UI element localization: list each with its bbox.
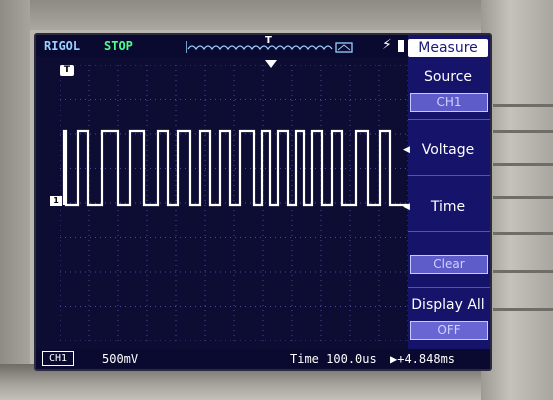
menu-item-voltage[interactable]: Voltage xyxy=(408,142,488,158)
time-label: Time xyxy=(290,352,319,366)
trigger-offset: ▶+4.848ms xyxy=(390,352,455,366)
ch1-label[interactable]: CH1 xyxy=(42,351,74,366)
bezel-top xyxy=(0,0,553,30)
clear-button[interactable]: Clear xyxy=(410,255,488,274)
trigger-position-label: T xyxy=(265,35,272,46)
vent-slot xyxy=(493,270,553,273)
vent-slot xyxy=(493,130,553,133)
trigger-time-marker: T xyxy=(60,65,74,76)
menu-item-display-all[interactable]: Display All xyxy=(408,297,488,313)
menu-divider xyxy=(408,175,490,176)
time-per-div: 100.0us xyxy=(326,352,377,366)
vent-slot xyxy=(493,232,553,235)
waveform-grid xyxy=(60,65,408,341)
source-value[interactable]: CH1 xyxy=(410,93,488,112)
brand-logo: RIGOL xyxy=(44,39,81,53)
vent-slot xyxy=(493,308,553,311)
menu-item-time[interactable]: Time xyxy=(408,199,488,215)
menu-divider xyxy=(408,287,490,288)
vent-slot xyxy=(493,104,553,107)
channel-indicator-icon xyxy=(398,40,404,52)
offset-value: +4.848ms xyxy=(397,352,456,366)
menu-divider xyxy=(408,231,490,232)
menu-divider xyxy=(408,119,490,120)
ch1-ground-marker: 1 xyxy=(50,196,62,206)
trigger-position-arrow xyxy=(265,60,277,68)
menu-item-source[interactable]: Source xyxy=(408,69,488,85)
bottom-status-bar: CH1 500mV Time 100.0us ▶+4.848ms xyxy=(36,349,490,369)
bezel-left xyxy=(0,0,30,400)
run-state[interactable]: STOP xyxy=(104,39,133,53)
volts-per-div: 500mV xyxy=(102,352,139,366)
vent-slot xyxy=(493,196,553,199)
vent-slot xyxy=(493,163,553,166)
timebase: Time 100.0us xyxy=(290,352,377,366)
oscilloscope-screen: RIGOL STOP T ⚡ T 1 Measure Source CH1 ◀ … xyxy=(34,33,492,371)
display-all-value[interactable]: OFF xyxy=(410,321,488,340)
menu-title: Measure xyxy=(408,39,488,57)
trigger-edge-icon: ⚡ xyxy=(382,37,392,53)
